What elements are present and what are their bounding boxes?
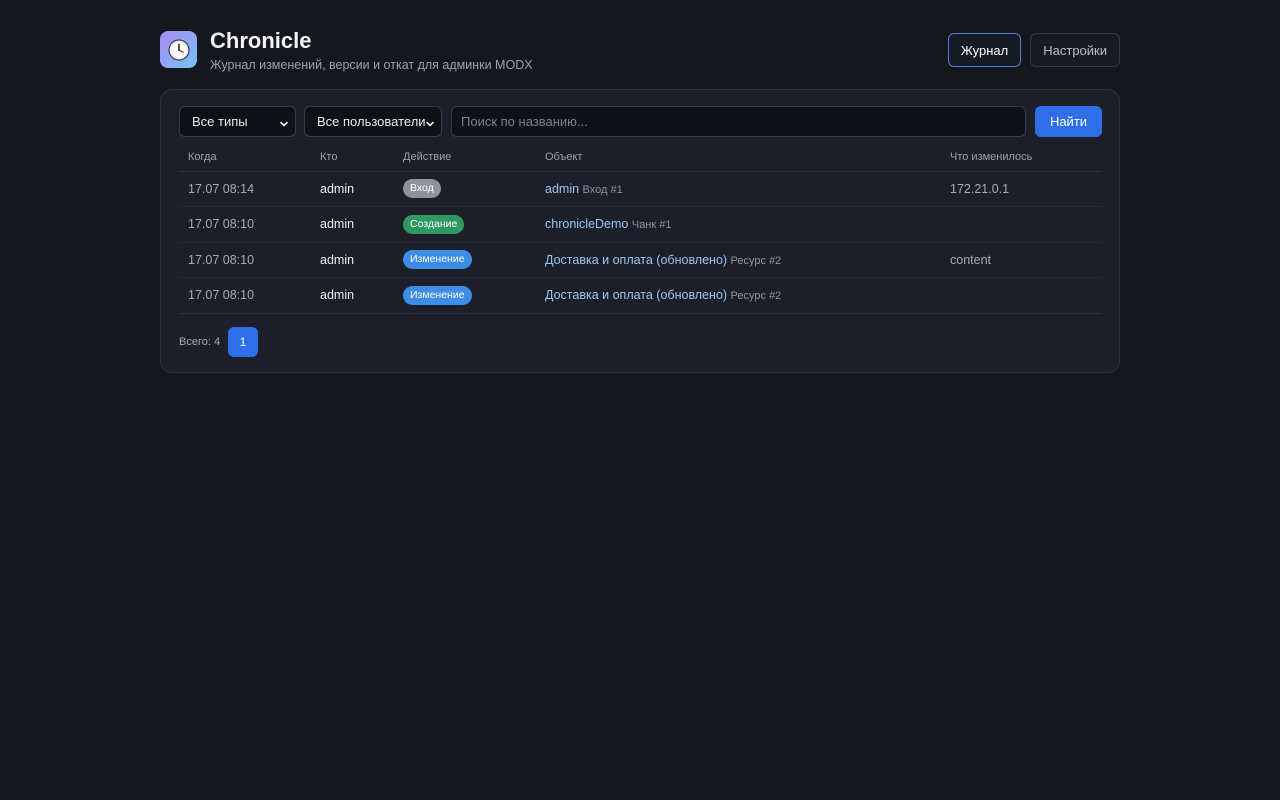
table-row: 17.07 08:10 admin Изменение Доставка и о… bbox=[179, 277, 1102, 314]
cell-when: 17.07 08:14 bbox=[179, 171, 311, 207]
page-button-1[interactable]: 1 bbox=[228, 327, 258, 357]
table-row: 17.07 08:10 admin Создание chronicleDemo… bbox=[179, 206, 1102, 243]
page-title: Chronicle bbox=[210, 28, 312, 53]
cell-when: 17.07 08:10 bbox=[179, 242, 311, 278]
object-link[interactable]: admin bbox=[545, 182, 579, 196]
cell-changed: content bbox=[941, 242, 1102, 278]
filter-bar: Все типы Все пользователи Найти bbox=[179, 106, 1102, 138]
column-header-object: Объект bbox=[536, 144, 941, 172]
total-count: Всего: 4 bbox=[179, 336, 221, 348]
app-root: Chronicle Журнал изменений, версии и отк… bbox=[160, 0, 1120, 373]
cell-object: Доставка и оплата (обновлено) Ресурс #2 bbox=[536, 242, 941, 278]
settings-button[interactable]: Настройки bbox=[1030, 33, 1120, 67]
find-button[interactable]: Найти bbox=[1035, 106, 1102, 137]
cell-action: Вход bbox=[394, 171, 536, 207]
header: Chronicle Журнал изменений, версии и отк… bbox=[160, 0, 1120, 90]
cell-changed bbox=[941, 206, 1102, 243]
search-input[interactable] bbox=[451, 106, 1026, 137]
object-link[interactable]: Доставка и оплата (обновлено) bbox=[545, 288, 727, 302]
cell-who: admin bbox=[311, 277, 394, 314]
cell-changed bbox=[941, 277, 1102, 314]
cell-who: admin bbox=[311, 242, 394, 278]
object-meta: Вход #1 bbox=[582, 183, 623, 196]
clock-icon bbox=[160, 31, 197, 68]
column-header-changed: Что изменилось bbox=[941, 144, 1102, 172]
type-filter-select[interactable]: Все типы bbox=[179, 106, 296, 137]
table-header-row: Когда Кто Действие Объект Что изменилось bbox=[179, 144, 1102, 172]
object-meta: Ресурс #2 bbox=[730, 290, 782, 303]
object-link[interactable]: Доставка и оплата (обновлено) bbox=[545, 253, 727, 267]
top-nav: Журнал Настройки bbox=[947, 33, 1120, 67]
chevron-down-icon bbox=[279, 117, 289, 132]
user-filter-select[interactable]: Все пользователи bbox=[304, 106, 442, 137]
action-badge: Изменение bbox=[403, 250, 472, 270]
column-header-when: Когда bbox=[179, 144, 311, 172]
cell-object: Доставка и оплата (обновлено) Ресурс #2 bbox=[536, 277, 941, 314]
cell-who: admin bbox=[311, 171, 394, 207]
cell-when: 17.07 08:10 bbox=[179, 206, 311, 243]
action-badge: Изменение bbox=[403, 285, 472, 305]
journal-button[interactable]: Журнал bbox=[947, 33, 1022, 67]
action-badge: Вход bbox=[403, 179, 441, 199]
object-meta: Чанк #1 bbox=[631, 219, 672, 232]
table-row: 17.07 08:14 admin Вход admin Вход #1 172… bbox=[179, 171, 1102, 207]
column-header-action: Действие bbox=[394, 144, 536, 172]
cell-action: Изменение bbox=[394, 242, 536, 278]
journal-table: Когда Кто Действие Объект Что изменилось… bbox=[179, 144, 1102, 314]
cell-changed: 172.21.0.1 bbox=[941, 171, 1102, 207]
cell-object: chronicleDemo Чанк #1 bbox=[536, 206, 941, 243]
page-subtitle: Журнал изменений, версии и откат для адм… bbox=[210, 58, 533, 72]
cell-object: admin Вход #1 bbox=[536, 171, 941, 207]
table-row: 17.07 08:10 admin Изменение Доставка и о… bbox=[179, 242, 1102, 278]
chevron-down-icon bbox=[425, 117, 435, 132]
column-header-who: Кто bbox=[311, 144, 394, 172]
cell-action: Создание bbox=[394, 206, 536, 243]
cell-action: Изменение bbox=[394, 277, 536, 314]
cell-when: 17.07 08:10 bbox=[179, 277, 311, 314]
object-meta: Ресурс #2 bbox=[730, 254, 782, 267]
user-filter-value: Все пользователи bbox=[317, 114, 426, 129]
action-badge: Создание bbox=[403, 214, 465, 234]
object-link[interactable]: chronicleDemo bbox=[545, 217, 628, 231]
journal-panel: Все типы Все пользователи Найти Когда bbox=[160, 89, 1120, 373]
cell-who: admin bbox=[311, 206, 394, 243]
type-filter-value: Все типы bbox=[192, 114, 248, 129]
